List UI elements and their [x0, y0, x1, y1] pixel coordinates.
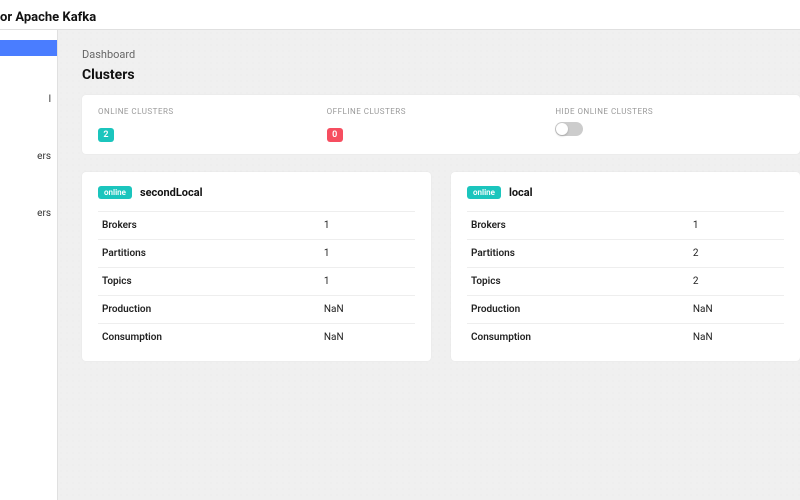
toggle-knob — [556, 123, 568, 135]
sidebar-item-label: l — [49, 94, 51, 105]
stat-label: HIDE ONLINE CLUSTERS — [555, 107, 784, 116]
stat-label: ONLINE CLUSTERS — [98, 107, 327, 116]
cluster-head: online local — [467, 186, 784, 199]
online-count-badge: 2 — [98, 128, 114, 142]
sidebar-item[interactable]: ers — [0, 200, 57, 227]
cluster-table: Brokers1 Partitions2 Topics2 ProductionN… — [467, 211, 784, 351]
metric-val: NaN — [320, 324, 415, 352]
table-row: ProductionNaN — [467, 296, 784, 324]
metric-key: Production — [467, 296, 689, 324]
metric-val: NaN — [689, 296, 784, 324]
metric-key: Topics — [467, 268, 689, 296]
stat-online: ONLINE CLUSTERS 2 — [98, 107, 327, 142]
table-row: ConsumptionNaN — [98, 324, 415, 352]
metric-val: 1 — [320, 212, 415, 240]
cluster-card[interactable]: online secondLocal Brokers1 Partitions1 … — [82, 172, 431, 361]
breadcrumb[interactable]: Dashboard — [82, 48, 800, 61]
metric-key: Brokers — [467, 212, 689, 240]
metric-key: Production — [98, 296, 320, 324]
status-badge: online — [98, 186, 132, 199]
table-row: Partitions1 — [98, 240, 415, 268]
table-row: Topics1 — [98, 268, 415, 296]
sidebar-item-dashboard[interactable] — [0, 40, 57, 56]
sidebar-item-label: ers — [37, 151, 51, 162]
stat-hide-toggle: HIDE ONLINE CLUSTERS — [555, 107, 784, 136]
offline-count-badge: 0 — [327, 128, 343, 142]
metric-val: 1 — [320, 268, 415, 296]
sidebar-item-label: ers — [37, 208, 51, 219]
stats-bar: ONLINE CLUSTERS 2 OFFLINE CLUSTERS 0 HID… — [82, 95, 800, 154]
table-row: Partitions2 — [467, 240, 784, 268]
cluster-head: online secondLocal — [98, 186, 415, 199]
metric-key: Topics — [98, 268, 320, 296]
table-row: ConsumptionNaN — [467, 324, 784, 352]
metric-val: 2 — [689, 268, 784, 296]
metric-val: 1 — [689, 212, 784, 240]
table-row: Brokers1 — [467, 212, 784, 240]
sidebar-item[interactable]: l — [0, 86, 57, 113]
metric-key: Partitions — [467, 240, 689, 268]
cluster-name: secondLocal — [140, 186, 203, 199]
page-title: Clusters — [82, 67, 800, 83]
status-badge: online — [467, 186, 501, 199]
sidebar: l ers ers — [0, 30, 58, 500]
table-row: ProductionNaN — [98, 296, 415, 324]
hide-online-toggle[interactable] — [555, 122, 583, 136]
layout: l ers ers Dashboard Clusters ONLINE CLUS… — [0, 30, 800, 500]
metric-val: NaN — [320, 296, 415, 324]
metric-val: 2 — [689, 240, 784, 268]
cluster-table: Brokers1 Partitions1 Topics1 ProductionN… — [98, 211, 415, 351]
metric-key: Consumption — [467, 324, 689, 352]
app-title: or Apache Kafka — [0, 10, 96, 25]
cluster-name: local — [509, 186, 533, 199]
stat-label: OFFLINE CLUSTERS — [327, 107, 556, 116]
sidebar-item[interactable]: ers — [0, 143, 57, 170]
metric-val: 1 — [320, 240, 415, 268]
metric-key: Consumption — [98, 324, 320, 352]
stat-offline: OFFLINE CLUSTERS 0 — [327, 107, 556, 142]
main-content: Dashboard Clusters ONLINE CLUSTERS 2 OFF… — [58, 30, 800, 500]
cluster-card[interactable]: online local Brokers1 Partitions2 Topics… — [451, 172, 800, 361]
metric-key: Brokers — [98, 212, 320, 240]
metric-key: Partitions — [98, 240, 320, 268]
metric-val: NaN — [689, 324, 784, 352]
topbar: or Apache Kafka — [0, 0, 800, 30]
cluster-grid: online secondLocal Brokers1 Partitions1 … — [82, 172, 800, 361]
table-row: Brokers1 — [98, 212, 415, 240]
table-row: Topics2 — [467, 268, 784, 296]
